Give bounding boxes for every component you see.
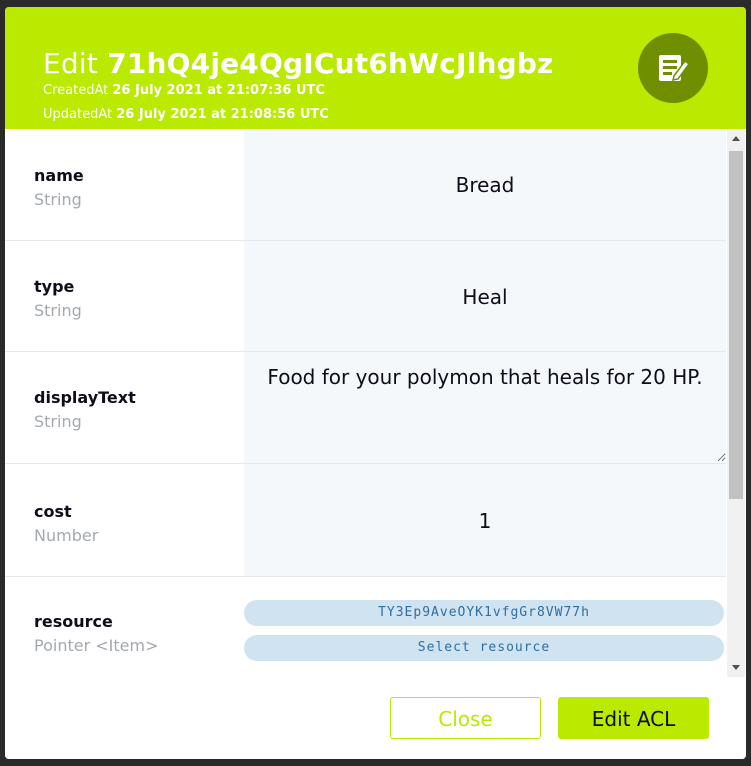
field-name: name (34, 166, 84, 185)
scroll-up-icon[interactable] (732, 136, 740, 141)
field-row-type: type String Heal (5, 241, 726, 352)
field-row-cost: cost Number 1 (5, 464, 726, 577)
created-at: CreatedAt 26 July 2021 at 21:07:36 UTC (43, 83, 325, 98)
object-id: 71hQ4je4QgICut6hWcJlhgbz (107, 47, 554, 80)
field-row-resource: resource Pointer <Item> TY3Ep9AveOYK1vfg… (5, 577, 726, 677)
field-name: type (34, 277, 75, 296)
field-value[interactable]: 1 (244, 509, 726, 533)
updated-at: UpdatedAt 26 July 2021 at 21:08:56 UTC (43, 107, 329, 122)
edit-object-modal: Edit 71hQ4je4QgICut6hWcJlhgbz CreatedAt … (5, 7, 746, 759)
fields-panel: name String Bread type String Heal displ… (5, 129, 746, 677)
updated-value: 26 July 2021 at 21:08:56 UTC (116, 107, 329, 122)
field-type: String (34, 301, 82, 320)
edit-acl-button[interactable]: Edit ACL (558, 697, 709, 739)
field-name: resource (34, 612, 113, 631)
modal-header: Edit 71hQ4je4QgICut6hWcJlhgbz CreatedAt … (5, 7, 746, 129)
created-value: 26 July 2021 at 21:07:36 UTC (112, 83, 325, 98)
modal-footer: Close Edit ACL (5, 677, 746, 759)
field-row-name: name String Bread (5, 129, 726, 241)
field-name: displayText (34, 388, 136, 407)
field-value-cell[interactable]: Bread (244, 129, 726, 240)
pointer-id-pill[interactable]: TY3Ep9AveOYK1vfgGr8VW77h (244, 600, 724, 626)
field-type: Pointer <Item> (34, 636, 159, 655)
edit-note-icon (638, 33, 708, 103)
display-text-textarea[interactable] (244, 352, 726, 462)
field-type: Number (34, 526, 99, 545)
field-value[interactable]: Heal (244, 285, 726, 309)
field-value[interactable]: Bread (244, 173, 726, 197)
vertical-scrollbar[interactable] (727, 129, 745, 677)
created-label: CreatedAt (43, 83, 109, 98)
field-value-cell[interactable]: Heal (244, 241, 726, 351)
field-name: cost (34, 502, 72, 521)
field-row-displaytext: displayText String (5, 352, 726, 464)
field-type: String (34, 190, 82, 209)
scroll-down-icon[interactable] (732, 665, 740, 670)
scroll-thumb[interactable] (729, 151, 743, 499)
edit-prefix: Edit (43, 47, 99, 80)
select-resource-button[interactable]: Select resource (244, 635, 724, 661)
close-button[interactable]: Close (390, 697, 541, 739)
field-value-cell[interactable]: 1 (244, 464, 726, 576)
modal-title: Edit 71hQ4je4QgICut6hWcJlhgbz (43, 47, 554, 80)
updated-label: UpdatedAt (43, 107, 113, 122)
field-type: String (34, 412, 82, 431)
